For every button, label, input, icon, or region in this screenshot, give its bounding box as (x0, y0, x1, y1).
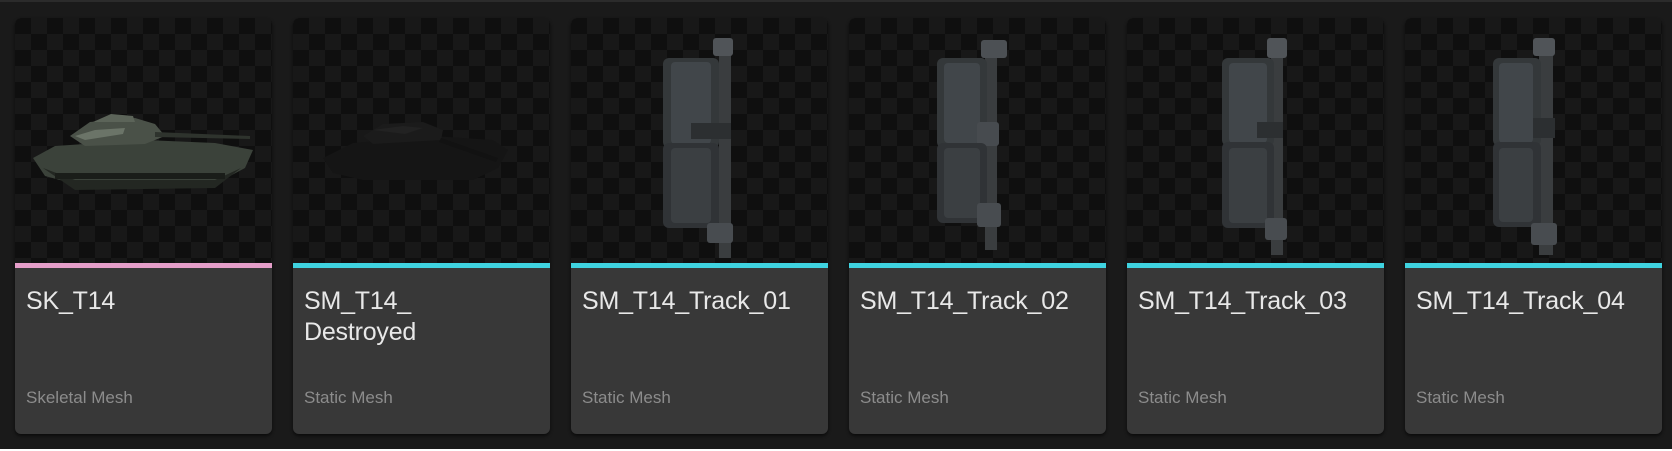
asset-type-color-bar (1127, 263, 1384, 268)
asset-type-color-bar (15, 263, 272, 268)
asset-tile-sk-t14[interactable]: SK_T14 Skeletal Mesh (15, 18, 272, 434)
asset-type-color-bar (849, 263, 1106, 268)
asset-type-color-bar (1405, 263, 1662, 268)
asset-thumbnail (1405, 18, 1662, 263)
asset-type-label: Static Mesh (1416, 388, 1505, 407)
asset-thumbnail (1127, 18, 1384, 263)
track-link-mesh-icon (663, 38, 733, 258)
asset-tile-sm-t14-track-02[interactable]: SM_T14_Track_02 Static Mesh (849, 18, 1106, 434)
asset-type-label: Static Mesh (304, 388, 393, 407)
asset-grid: SK_T14 Skeletal Mesh SM_T14_ Destroyed S… (15, 18, 1662, 434)
asset-tile-sm-t14-track-03[interactable]: SM_T14_Track_03 Static Mesh (1127, 18, 1384, 434)
asset-type-color-bar (571, 263, 828, 268)
asset-name: SM_T14_ Destroyed (304, 287, 417, 346)
asset-name: SM_T14_Track_01 (582, 287, 791, 315)
asset-type-label: Static Mesh (860, 388, 949, 407)
track-link-mesh-icon (937, 40, 1007, 250)
asset-name: SK_T14 (26, 287, 116, 315)
asset-tile-sm-t14-destroyed[interactable]: SM_T14_ Destroyed Static Mesh (293, 18, 550, 434)
asset-tile-sm-t14-track-01[interactable]: SM_T14_Track_01 Static Mesh (571, 18, 828, 434)
asset-type-label: Static Mesh (582, 388, 671, 407)
tank-mesh-icon (33, 114, 253, 190)
asset-thumbnail (849, 18, 1106, 263)
track-link-mesh-icon (1222, 38, 1287, 255)
content-browser-panel: SK_T14 Skeletal Mesh SM_T14_ Destroyed S… (0, 0, 1672, 449)
asset-name: SM_T14_Track_03 (1138, 287, 1347, 315)
asset-thumbnail (293, 18, 550, 263)
asset-tile-sm-t14-track-04[interactable]: SM_T14_Track_04 Static Mesh (1405, 18, 1662, 434)
asset-name: SM_T14_Track_04 (1416, 287, 1625, 315)
asset-thumbnail (571, 18, 828, 263)
destroyed-tank-mesh-icon (323, 122, 508, 180)
asset-type-label: Skeletal Mesh (26, 388, 133, 407)
asset-type-color-bar (293, 263, 550, 268)
asset-thumbnail (15, 18, 272, 263)
asset-name: SM_T14_Track_02 (860, 287, 1069, 315)
asset-type-label: Static Mesh (1138, 388, 1227, 407)
track-link-mesh-icon (1493, 38, 1557, 255)
